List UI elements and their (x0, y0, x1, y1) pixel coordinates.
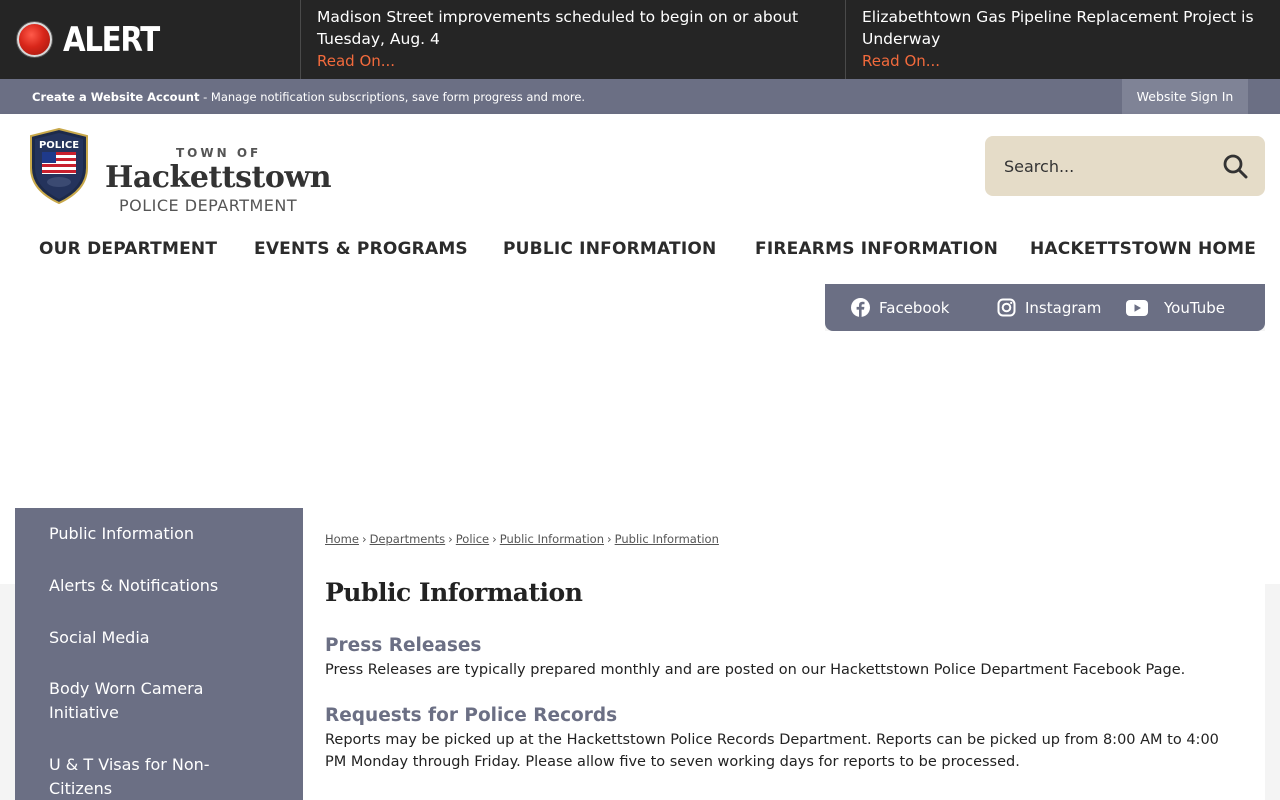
logo-town-name: Hackettstown (105, 160, 332, 195)
main-nav: OUR DEPARTMENT EVENTS & PROGRAMS PUBLIC … (0, 239, 1280, 261)
breadcrumb-link[interactable]: Public Information (500, 532, 604, 546)
sidebar-item-social-media[interactable]: Social Media (49, 626, 249, 650)
breadcrumb-link[interactable]: Home (325, 532, 359, 546)
create-account-link[interactable]: Create a Website Account (32, 90, 199, 104)
sign-in-button[interactable]: Website Sign In (1122, 79, 1248, 114)
alert-label: ALERT (0, 0, 300, 79)
social-label: Instagram (1025, 298, 1102, 317)
site-header: POLICE TOWN OF Hackettstown POLICE DEPAR… (0, 114, 1280, 284)
breadcrumb: Home › Departments › Police › Public Informati… (325, 532, 719, 546)
nav-hackettstown-home[interactable]: HACKETTSTOWN HOME (1030, 239, 1256, 259)
social-label: YouTube (1164, 298, 1225, 317)
breadcrumb-link[interactable]: Departments (370, 532, 446, 546)
social-youtube[interactable]: YouTube (1126, 299, 1225, 317)
hero-area (1265, 284, 1280, 331)
sidebar-item-public-information[interactable]: Public Information (49, 522, 249, 546)
section-title: Requests for Police Records (325, 705, 618, 726)
social-bar: Facebook Instagram YouTube (825, 284, 1265, 331)
account-description: - Manage notification subscriptions, sav… (199, 89, 586, 104)
section-text: Reports may be picked up at the Hacketts… (325, 732, 1219, 770)
breadcrumb-link[interactable]: Public Information (615, 532, 719, 546)
hero-area (0, 284, 825, 331)
search-icon[interactable] (1222, 153, 1248, 179)
nav-events-programs[interactable]: EVENTS & PROGRAMS (254, 239, 468, 259)
breadcrumb-separator: › (448, 532, 453, 546)
youtube-icon (1126, 299, 1148, 316)
sidebar-item-body-worn-camera[interactable]: Body Worn Camera Initiative (49, 677, 219, 725)
alert-icon (17, 22, 52, 57)
svg-text:POLICE: POLICE (39, 140, 79, 151)
main-content: Home › Departments › Police › Public Informati… (303, 508, 1265, 800)
alert-item[interactable]: Elizabethtown Gas Pipeline Replacement P… (845, 0, 1280, 79)
search-input[interactable] (1004, 156, 1204, 176)
alert-read-on-link[interactable]: Read On... (317, 50, 829, 72)
page-title: Public Information (325, 578, 583, 607)
social-label: Facebook (879, 298, 950, 317)
logo-department: POLICE DEPARTMENT (119, 196, 298, 215)
search-box (985, 136, 1265, 196)
nav-our-department[interactable]: OUR DEPARTMENT (39, 239, 217, 259)
sidebar-item-visas[interactable]: U & T Visas for Non-Citizens (49, 753, 219, 800)
alert-item[interactable]: Madison Street improvements scheduled to… (300, 0, 845, 79)
facebook-icon (851, 298, 870, 317)
nav-public-information[interactable]: PUBLIC INFORMATION (503, 239, 716, 259)
section-text: Press Releases are typically prepared mo… (325, 662, 1186, 678)
instagram-icon (997, 298, 1016, 317)
sidebar: Public Information Alerts & Notification… (15, 508, 303, 800)
alert-bar: ALERT Madison Street improvements schedu… (0, 0, 1280, 79)
nav-firearms-information[interactable]: FIREARMS INFORMATION (755, 239, 998, 259)
logo-town-of: TOWN OF (176, 146, 262, 160)
alert-message[interactable]: Elizabethtown Gas Pipeline Replacement P… (862, 6, 1264, 50)
breadcrumb-separator: › (607, 532, 612, 546)
police-badge-icon: POLICE (30, 128, 88, 204)
breadcrumb-link[interactable]: Police (456, 532, 489, 546)
account-bar: Create a Website Account - Manage notifi… (0, 79, 1280, 114)
social-instagram[interactable]: Instagram (997, 298, 1101, 317)
social-facebook[interactable]: Facebook (851, 298, 949, 317)
alert-message[interactable]: Madison Street improvements scheduled to… (317, 6, 829, 50)
sidebar-item-alerts-notifications[interactable]: Alerts & Notifications (49, 574, 249, 598)
section-title: Press Releases (325, 635, 482, 656)
breadcrumb-separator: › (361, 532, 367, 546)
alert-title: ALERT (63, 19, 160, 60)
account-text: Create a Website Account - Manage notifi… (32, 90, 585, 104)
site-logo[interactable]: POLICE TOWN OF Hackettstown POLICE DEPAR… (28, 128, 332, 215)
alert-read-on-link[interactable]: Read On... (862, 50, 1264, 72)
breadcrumb-separator: › (492, 532, 497, 546)
